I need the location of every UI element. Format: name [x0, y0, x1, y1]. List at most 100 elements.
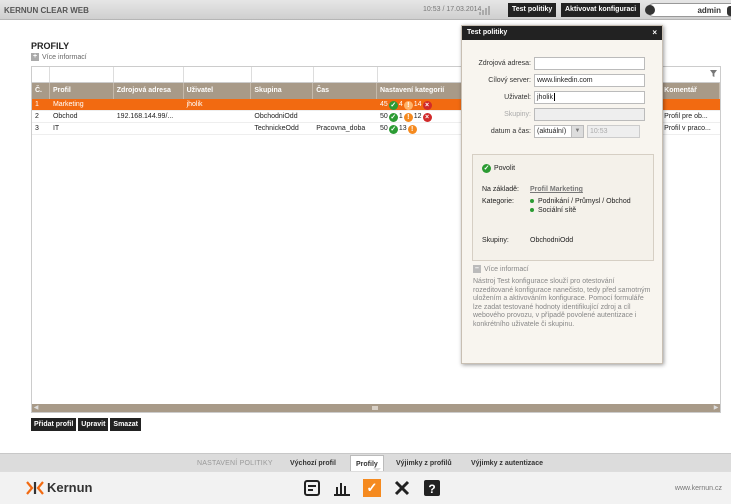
result-groups-label: Skupiny: — [482, 237, 509, 244]
datetime-label: datum a čas: — [490, 128, 531, 135]
cell-time — [313, 99, 377, 110]
basis-profile-link[interactable]: Profil Marketing — [530, 186, 583, 193]
check-icon: ✓ — [388, 112, 398, 122]
dialog-more-info-toggle[interactable]: – Více informací — [473, 265, 529, 273]
cell-address — [114, 99, 184, 110]
col-header[interactable]: Čas — [313, 83, 378, 99]
top-bar: KERNUN CLEAR WEB 10:53 / 17.03.2014 Test… — [0, 0, 731, 20]
basis-label: Na základě: — [482, 186, 519, 193]
chevron-down-icon[interactable]: ▼ — [572, 125, 584, 138]
toggle-icon — [645, 5, 655, 15]
scroll-right-icon[interactable]: ▶ — [712, 404, 720, 412]
exclamation-icon: ! — [403, 100, 413, 110]
page-title: PROFILY — [31, 41, 70, 51]
test-result: ✓ Povolit Na základě: Profil Marketing Kat… — [472, 154, 654, 261]
policy-check-icon[interactable]: ✓ — [363, 479, 381, 497]
cell-group: TechnickeOdd — [254, 125, 299, 132]
cell-address — [114, 123, 184, 134]
dialog-title: Test politiky — [467, 29, 508, 36]
target-server-input[interactable]: www.linkedin.com — [534, 74, 645, 87]
stats-icon[interactable] — [333, 479, 351, 497]
deny-icon: × — [422, 100, 432, 110]
datetime-row: datum a čas: (aktuální) ▼ 10:53 — [462, 125, 662, 138]
filter-cell[interactable] — [114, 67, 184, 82]
datetime-select[interactable]: (aktuální) — [534, 125, 572, 138]
policy-subnav: NASTAVENÍ POLITIKY Výchozí profil Profil… — [0, 453, 731, 472]
help-icon[interactable]: ? — [423, 479, 441, 497]
tab-auth-exceptions[interactable]: Výjimky z autentizace — [466, 455, 548, 472]
check-icon: ✓ — [482, 164, 491, 173]
more-info-toggle[interactable]: + Více informací — [31, 53, 87, 61]
col-header[interactable]: Č. — [32, 83, 50, 99]
tools-icon[interactable] — [393, 479, 411, 497]
groups-input — [534, 108, 645, 121]
user-menu[interactable]: admin — [645, 3, 731, 17]
source-address-row: Zdrojová adresa: — [462, 57, 662, 70]
add-profile-button[interactable]: Přidat profil — [31, 418, 77, 431]
time-input: 10:53 — [587, 125, 640, 138]
source-address-input[interactable] — [534, 57, 645, 70]
filter-cell[interactable] — [252, 67, 314, 82]
check-icon: ✓ — [388, 124, 398, 134]
exclamation-icon: ! — [403, 112, 413, 122]
groups-label: Skupiny: — [504, 111, 531, 118]
deny-icon: × — [422, 112, 432, 122]
plus-icon: + — [31, 53, 39, 61]
user-input[interactable]: jholik — [534, 91, 645, 104]
filter-cell[interactable] — [314, 67, 378, 82]
horizontal-scrollbar[interactable]: ◀ ▶ — [32, 404, 720, 412]
cell-group — [251, 99, 313, 110]
website-link[interactable]: www.kernun.cz — [675, 485, 722, 492]
dialog-more-info-label: Více informací — [484, 265, 529, 273]
col-header[interactable]: Uživatel — [184, 83, 252, 99]
scroll-thumb[interactable] — [372, 406, 378, 410]
clock: 10:53 / 17.03.2014 — [423, 6, 482, 13]
category-item: Sociální sítě — [530, 207, 631, 214]
dashboard-icon[interactable] — [303, 479, 321, 497]
cell-profile: IT — [52, 125, 60, 132]
result-status-label: Povolit — [494, 165, 516, 172]
categories-label: Kategorie: — [482, 198, 514, 205]
svg-text:?: ? — [428, 482, 435, 496]
filter-cell[interactable] — [184, 67, 252, 82]
cell-profile: Marketing — [52, 101, 84, 108]
allowed-count: 50 — [380, 125, 388, 132]
cell-number: 2 — [35, 113, 39, 120]
cell-number: 1 — [35, 101, 39, 108]
col-header[interactable]: Zdrojová adresa — [114, 83, 184, 99]
logo: Kernun — [26, 480, 93, 495]
minus-icon: – — [473, 265, 481, 273]
username: admin — [697, 6, 721, 15]
col-header[interactable]: Skupina — [251, 83, 314, 99]
tab-default-profile[interactable]: Výchozí profil — [285, 455, 341, 472]
delete-button[interactable]: Smazat — [110, 418, 141, 431]
funnel-icon[interactable] — [710, 70, 717, 77]
source-address-label: Zdrojová adresa: — [478, 60, 531, 67]
activate-config-button[interactable]: Aktivovat konfiguraci — [561, 3, 641, 17]
user-label: Uživatel: — [504, 94, 531, 101]
cell-user — [184, 111, 252, 122]
col-header[interactable]: Komentář — [661, 83, 720, 99]
cell-comment: Profil v praco... — [664, 125, 711, 132]
col-header[interactable]: Profil — [50, 83, 114, 99]
filter-cell[interactable] — [50, 67, 114, 82]
text-cursor — [553, 93, 555, 102]
user-row: Uživatel: jholik — [462, 91, 662, 104]
result-groups-value: ObchodniOdd — [530, 237, 574, 244]
scroll-left-icon[interactable]: ◀ — [32, 404, 40, 412]
test-policy-button[interactable]: Test politiky — [508, 3, 557, 17]
cell-user — [184, 123, 252, 134]
cell-time — [313, 111, 377, 122]
close-icon[interactable]: × — [652, 26, 657, 40]
subnav-pointer — [373, 468, 381, 472]
cell-group: ObchodniOdd — [254, 113, 298, 120]
filter-cell[interactable] — [32, 67, 50, 82]
result-groups-row: Skupiny: ObchodniOdd — [482, 237, 573, 244]
edit-button[interactable]: Upravit — [78, 418, 109, 431]
result-status: ✓ Povolit — [482, 164, 515, 173]
cell-comment — [661, 99, 720, 110]
brand-name: Kernun — [47, 480, 93, 495]
cell-profile: Obchod — [52, 113, 78, 120]
tab-profile-exceptions[interactable]: Výjimky z profilů — [391, 455, 457, 472]
check-icon: ✓ — [388, 100, 398, 110]
